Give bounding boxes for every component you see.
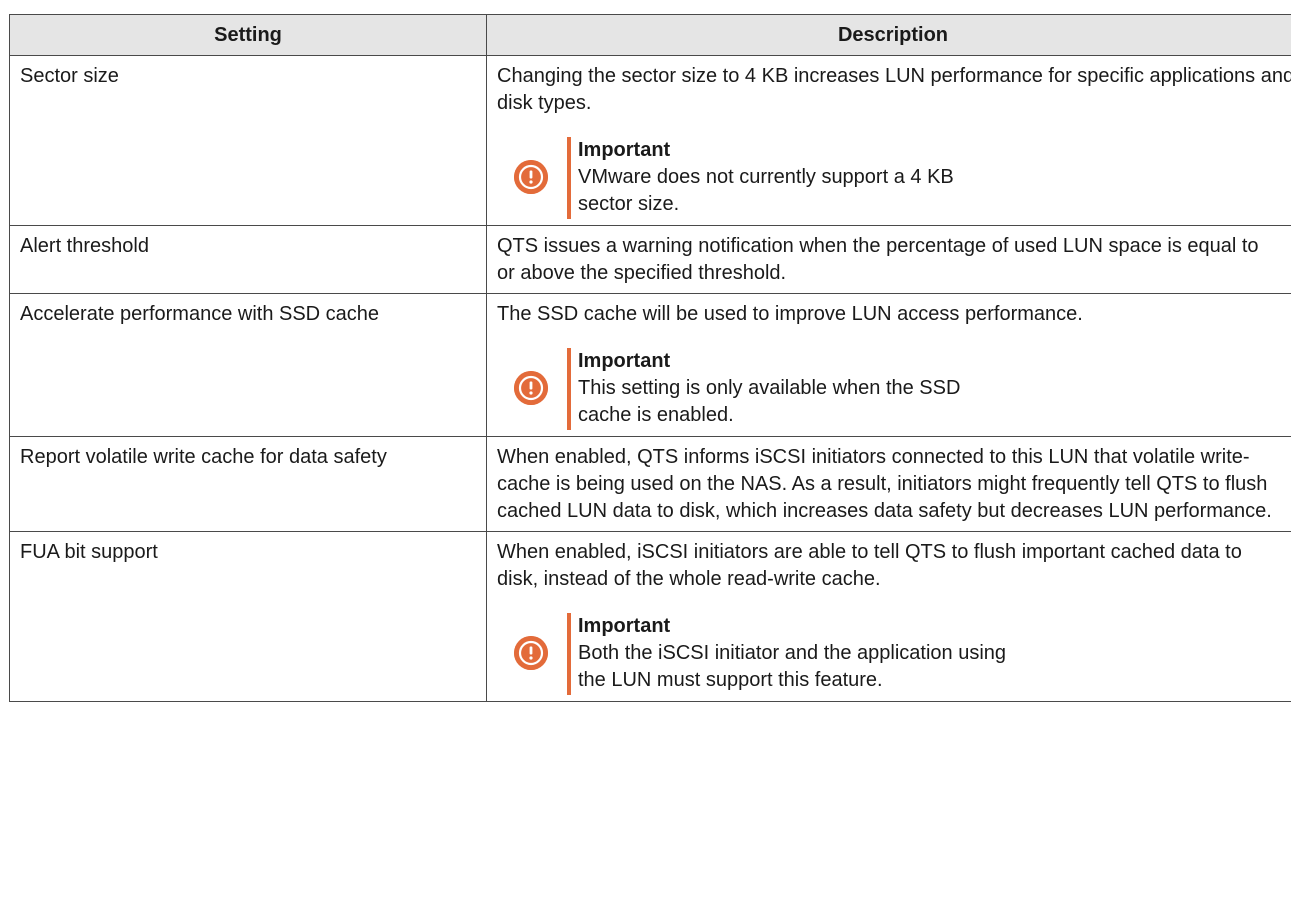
exclamation-circle-icon	[514, 636, 548, 670]
setting-description: Changing the sector size to 4 KB increas…	[497, 65, 1291, 114]
note-text: VMware does not currently support a 4 KB…	[578, 166, 954, 215]
important-note: Important VMware does not currently supp…	[514, 137, 1054, 219]
note-accent-bar	[567, 137, 571, 219]
header-description: Description	[486, 14, 1291, 56]
setting-description: The SSD cache will be used to improve LU…	[497, 303, 1083, 325]
table-row: Report volatile write cache for data saf…	[9, 436, 1291, 532]
table-row: FUA bit support When enabled, iSCSI init…	[9, 531, 1291, 702]
important-note: Important Both the iSCSI initiator and t…	[514, 613, 1074, 695]
note-title: Important	[578, 615, 671, 637]
note-title: Important	[578, 350, 671, 372]
note-body: Important This setting is only available…	[578, 348, 998, 430]
setting-name: Sector size	[9, 55, 487, 226]
note-accent-bar	[567, 613, 571, 695]
table-header-row: Setting Description	[9, 14, 1291, 56]
note-body: Important Both the iSCSI initiator and t…	[578, 613, 1038, 695]
setting-name: Accelerate performance with SSD cache	[9, 293, 487, 437]
setting-description: When enabled, QTS informs iSCSI initiato…	[497, 446, 1272, 522]
setting-name: Report volatile write cache for data saf…	[9, 436, 487, 532]
setting-description-cell: Changing the sector size to 4 KB increas…	[486, 55, 1291, 226]
setting-description-cell: When enabled, QTS informs iSCSI initiato…	[486, 436, 1291, 532]
setting-description: When enabled, iSCSI initiators are able …	[497, 541, 1242, 590]
exclamation-circle-icon	[514, 371, 548, 405]
important-note: Important This setting is only available…	[514, 348, 1074, 430]
table-row: Sector size Changing the sector size to …	[9, 55, 1291, 226]
table-row: Alert threshold QTS issues a warning not…	[9, 225, 1291, 294]
note-title: Important	[578, 139, 671, 161]
table-row: Accelerate performance with SSD cache Th…	[9, 293, 1291, 437]
note-text: Both the iSCSI initiator and the applica…	[578, 642, 1007, 691]
setting-name: FUA bit support	[9, 531, 487, 702]
note-text: This setting is only available when the …	[578, 377, 961, 426]
note-accent-bar	[567, 348, 571, 430]
settings-table: Setting Description Sector size Changing…	[9, 14, 1291, 702]
note-body: Important VMware does not currently supp…	[578, 137, 978, 219]
setting-description-cell: When enabled, iSCSI initiators are able …	[486, 531, 1291, 702]
setting-name: Alert threshold	[9, 225, 487, 294]
header-setting: Setting	[9, 14, 487, 56]
setting-description-cell: The SSD cache will be used to improve LU…	[486, 293, 1291, 437]
exclamation-circle-icon	[514, 160, 548, 194]
setting-description: QTS issues a warning notification when t…	[497, 235, 1259, 284]
setting-description-cell: QTS issues a warning notification when t…	[486, 225, 1291, 294]
